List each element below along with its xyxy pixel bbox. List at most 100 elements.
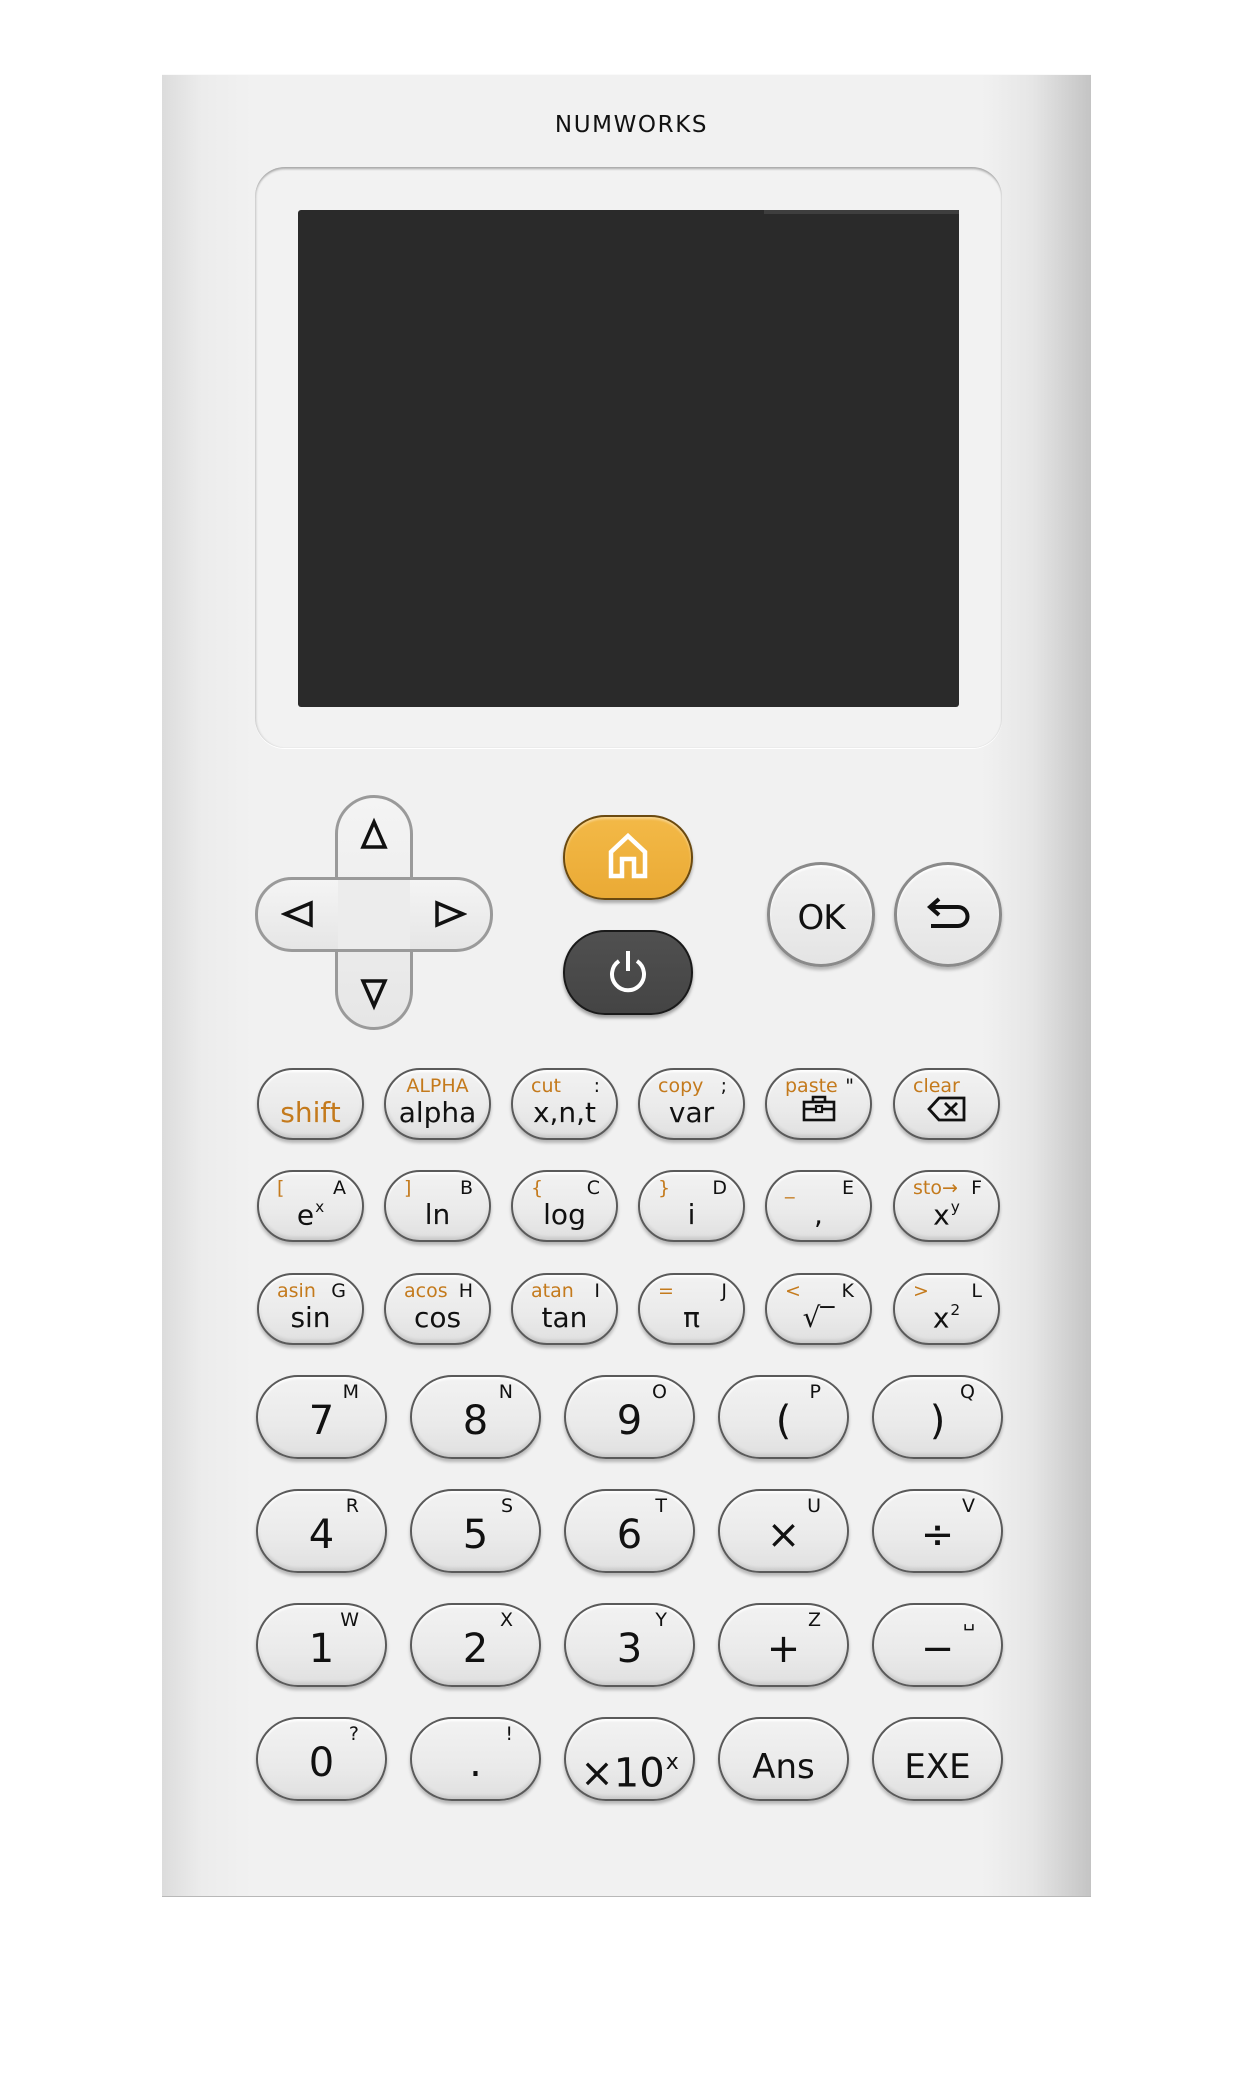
main-label: ×10x xyxy=(566,1741,693,1796)
main-label: − xyxy=(874,1627,1001,1671)
key-[interactable]: < K √‾ xyxy=(765,1273,872,1345)
secondary-label: copy xyxy=(658,1075,704,1097)
key-cos[interactable]: acos Hcos xyxy=(384,1273,491,1345)
main-text: × xyxy=(766,1512,801,1558)
main-label: x,n,t xyxy=(513,1098,616,1128)
key-ln[interactable]: ] Bln xyxy=(384,1170,491,1242)
alpha-label: G xyxy=(331,1280,346,1302)
main-label: 6 xyxy=(566,1513,693,1557)
key-6[interactable]: T6 xyxy=(564,1489,695,1573)
key-x-n-t[interactable]: cut: x,n,t xyxy=(511,1068,618,1140)
main-label: tan xyxy=(513,1303,616,1333)
main-label: 7 xyxy=(258,1399,385,1443)
secondary-label: = xyxy=(658,1280,674,1302)
main-text: Ans xyxy=(752,1747,815,1787)
key-log[interactable]: {Clog xyxy=(511,1170,618,1242)
secondary-label: asin xyxy=(277,1280,316,1302)
main-label: 4 xyxy=(258,1513,385,1557)
main-text: ln xyxy=(424,1198,451,1231)
main-text: EXE xyxy=(904,1747,971,1787)
main-text: sin xyxy=(290,1301,331,1334)
key-tan[interactable]: atan Itan xyxy=(511,1273,618,1345)
secondary-label: < xyxy=(785,1280,801,1302)
main-text: 1 xyxy=(308,1626,335,1672)
key-x[interactable]: > Lx2 xyxy=(893,1273,1000,1345)
main-label: 9 xyxy=(566,1399,693,1443)
key-8[interactable]: N8 xyxy=(410,1375,541,1459)
secondary-label: clear xyxy=(913,1075,960,1097)
key-x[interactable]: sto→ Fxy xyxy=(893,1170,1000,1242)
key-0[interactable]: ? 0 xyxy=(256,1717,387,1801)
back-button[interactable] xyxy=(894,862,1002,967)
key-exe[interactable]: EXE xyxy=(872,1717,1003,1801)
key-alpha[interactable]: ALPHA alpha xyxy=(384,1068,491,1140)
main-text: i xyxy=(687,1198,696,1231)
key-minus[interactable]: ␣ − xyxy=(872,1603,1003,1687)
power-icon xyxy=(606,947,650,999)
key-toolbox[interactable]: paste " xyxy=(765,1068,872,1140)
main-label: √‾ xyxy=(767,1303,870,1333)
main-text: 5 xyxy=(462,1512,489,1558)
main-label: Ans xyxy=(720,1745,847,1789)
key-5[interactable]: S5 xyxy=(410,1489,541,1573)
secondary-label: paste xyxy=(785,1075,838,1097)
screen-glare xyxy=(764,210,959,214)
ok-label: OK xyxy=(797,898,845,938)
right-arrow-icon[interactable] xyxy=(431,896,468,932)
main-text: ( xyxy=(775,1398,792,1444)
left-arrow-icon[interactable] xyxy=(280,896,317,932)
main-label: 5 xyxy=(412,1513,539,1557)
key-plus[interactable]: Z + xyxy=(718,1603,849,1687)
key-backspace[interactable]: clear xyxy=(893,1068,1000,1140)
down-arrow-icon[interactable] xyxy=(356,975,392,1011)
key-7[interactable]: M7 xyxy=(256,1375,387,1459)
key-sin[interactable]: asin Gsin xyxy=(257,1273,364,1345)
home-button[interactable] xyxy=(563,815,693,900)
key-exponent[interactable]: ×10x xyxy=(564,1717,695,1801)
main-label: shift xyxy=(259,1098,362,1128)
main-label: 1 xyxy=(258,1627,385,1671)
main-label: ÷ xyxy=(874,1513,1001,1557)
alpha-label: I xyxy=(594,1280,600,1302)
key-[interactable]: _ E, xyxy=(765,1170,872,1242)
key-close-paren[interactable]: Q) xyxy=(872,1375,1003,1459)
key-var[interactable]: copy; var xyxy=(638,1068,745,1140)
main-label: π xyxy=(640,1303,743,1333)
key-open-paren[interactable]: P( xyxy=(718,1375,849,1459)
key-e[interactable]: [Aex xyxy=(257,1170,364,1242)
dpad xyxy=(255,795,493,1030)
key-divide[interactable]: V ÷ xyxy=(872,1489,1003,1573)
key-1[interactable]: W1 xyxy=(256,1603,387,1687)
secondary-label: _ xyxy=(785,1177,795,1199)
up-arrow-icon[interactable] xyxy=(356,817,392,853)
main-text: , xyxy=(814,1198,823,1231)
key-4[interactable]: R4 xyxy=(256,1489,387,1573)
main-label: ) xyxy=(874,1399,1001,1443)
key-ans[interactable]: Ans xyxy=(718,1717,849,1801)
main-text: alpha xyxy=(398,1096,477,1129)
key-decimal-point[interactable]: !. xyxy=(410,1717,541,1801)
key-2[interactable]: X2 xyxy=(410,1603,541,1687)
power-button[interactable] xyxy=(563,930,693,1015)
secondary-label: } xyxy=(658,1177,671,1199)
alpha-label: K xyxy=(841,1280,854,1302)
key-9[interactable]: O9 xyxy=(564,1375,695,1459)
toolbox-icon xyxy=(802,1095,836,1129)
key-3[interactable]: Y3 xyxy=(564,1603,695,1687)
key-multiply[interactable]: U × xyxy=(718,1489,849,1573)
main-text: − xyxy=(920,1626,955,1672)
main-label: alpha xyxy=(386,1098,489,1128)
main-label: ex xyxy=(259,1192,362,1230)
display-screen xyxy=(298,210,959,707)
main-text: ) xyxy=(929,1398,946,1444)
key-shift[interactable]: shift xyxy=(257,1068,364,1140)
key-[interactable]: = Jπ xyxy=(638,1273,745,1345)
main-text: 9 xyxy=(616,1398,643,1444)
alpha-label: H xyxy=(458,1280,473,1302)
ok-button[interactable]: OK xyxy=(767,862,875,967)
main-text: + xyxy=(766,1626,801,1672)
main-label: ln xyxy=(386,1200,489,1230)
alpha-label: D xyxy=(712,1177,727,1199)
key-i[interactable]: } Di xyxy=(638,1170,745,1242)
secondary-label: { xyxy=(531,1177,544,1199)
